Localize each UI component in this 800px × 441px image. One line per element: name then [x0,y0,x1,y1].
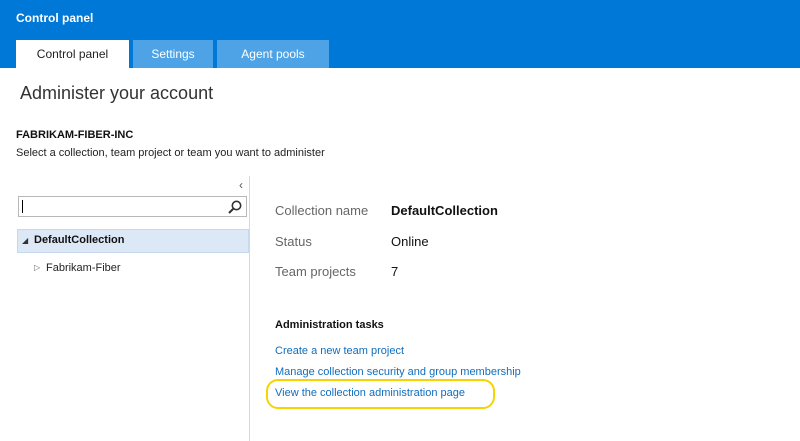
tree-item-default-collection[interactable]: ◢ DefaultCollection [17,229,249,253]
create-team-project-link[interactable]: Create a new team project [275,345,404,357]
tab-settings[interactable]: Settings [133,40,213,68]
search-icon[interactable] [227,199,243,215]
page-title: Administer your account [20,83,214,103]
collapsed-triangle-icon[interactable]: ▷ [34,263,40,272]
top-bar: Control panel Control panel Settings Age… [0,0,800,68]
search-input[interactable] [21,198,221,215]
manage-security-link[interactable]: Manage collection security and group mem… [275,366,521,378]
text-caret [22,200,23,213]
chevron-left-icon[interactable]: ‹ [239,178,243,192]
detail-label: Status [275,234,312,249]
navigation-panel: ‹ ◢ DefaultCollection ▷ Fabrikam-Fiber [16,176,250,441]
detail-value: Online [391,234,429,249]
tree-item-fabrikam-fiber[interactable]: ▷ Fabrikam-Fiber [32,262,232,278]
instructions-text: Select a collection, team project or tea… [16,147,325,159]
app-title: Control panel [16,11,94,25]
administration-tasks-heading: Administration tasks [275,319,384,331]
tab-bar: Control panel Settings Agent pools [16,40,333,68]
tree-item-label: DefaultCollection [34,234,125,246]
detail-value: DefaultCollection [391,203,498,218]
tab-control-panel[interactable]: Control panel [16,40,129,68]
detail-label: Collection name [275,203,369,218]
detail-label: Team projects [275,264,356,279]
account-name: FABRIKAM-FIBER-INC [16,129,134,141]
tab-agent-pools[interactable]: Agent pools [217,40,329,68]
expanded-triangle-icon[interactable]: ◢ [22,236,28,245]
search-box[interactable] [18,196,247,217]
tree-item-label: Fabrikam-Fiber [46,262,121,274]
detail-value: 7 [391,264,399,279]
highlight-callout [266,379,495,409]
